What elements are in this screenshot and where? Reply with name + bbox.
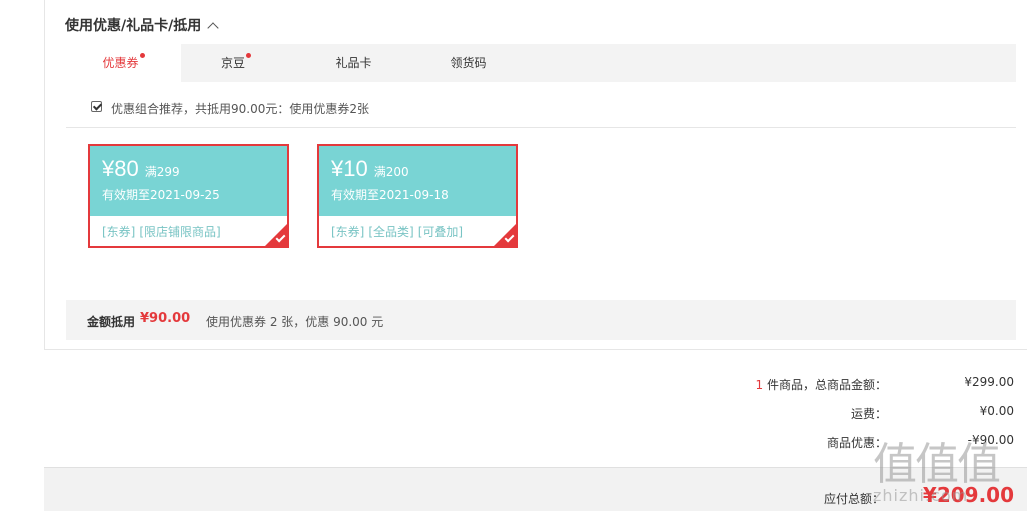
new-dot-icon: [246, 53, 251, 58]
coupon-amount: ¥10: [331, 156, 368, 181]
coupon-amount: ¥80: [102, 156, 139, 181]
discount-value: -¥90.00: [967, 433, 1014, 447]
coupon-expire: 有效期至2021-09-25: [102, 188, 220, 202]
shipping-label: 运费：: [850, 407, 887, 421]
coupon-card[interactable]: ¥80 满299 有效期至2021-09-25 [东券] [限店铺限商品]: [88, 144, 289, 248]
payable-label: 应付总额：: [823, 492, 884, 506]
recommend-row: 优惠组合推荐，共抵用90.00元：使用优惠券2张: [66, 82, 1016, 128]
coupon-header: ¥10 满200 有效期至2021-09-18: [319, 146, 516, 216]
tab-label: 京豆: [220, 56, 245, 70]
coupon-condition: 满200: [373, 165, 409, 179]
tab-label: 礼品卡: [335, 56, 372, 70]
coupon-tag: [可叠加]: [417, 225, 464, 239]
recommend-text: 优惠组合推荐，共抵用90.00元：使用优惠券2张: [111, 102, 369, 116]
coupon-tags: [东券] [限店铺限商品]: [90, 216, 287, 246]
coupon-tags: [东券] [全品类] [可叠加]: [319, 216, 516, 246]
summary-amount: ¥90.00: [140, 311, 191, 326]
coupon-header: ¥80 满299 有效期至2021-09-25: [90, 146, 287, 216]
discount-summary: 金额抵用 ¥90.00 使用优惠券 2 张，优惠 90.00 元: [66, 300, 1016, 340]
recommend-checkbox[interactable]: [91, 101, 102, 112]
tab-coupons[interactable]: 优惠券: [66, 44, 181, 82]
coupon-tag: [东券]: [102, 225, 136, 239]
discount-section-header[interactable]: 使用优惠/礼品卡/抵用: [65, 15, 219, 35]
tab-jingdou[interactable]: 京豆: [181, 44, 291, 82]
coupon-card[interactable]: ¥10 满200 有效期至2021-09-18 [东券] [全品类] [可叠加]: [317, 144, 518, 248]
summary-detail: 使用优惠券 2 张，优惠 90.00 元: [206, 315, 384, 329]
discount-panel: 使用优惠/礼品卡/抵用 优惠券 京豆 礼品卡 领货码 优惠组合推荐，共抵用90.…: [44, 0, 1027, 350]
order-totals: 1 件商品，总商品金额： ¥299.00 运费： ¥0.00 商品优惠： -¥9…: [0, 374, 1027, 464]
new-dot-icon: [139, 53, 145, 58]
coupon-expire: 有效期至2021-09-18: [331, 188, 449, 202]
discount-tabs: 优惠券 京豆 礼品卡 领货码: [66, 44, 1016, 82]
tab-label: 优惠券: [102, 56, 139, 70]
payable-value: ¥209.00: [922, 483, 1014, 507]
payable-bar: 应付总额： ¥209.00: [44, 467, 1027, 511]
shipping-value: ¥0.00: [979, 404, 1014, 418]
coupon-tag: [东券]: [331, 225, 365, 239]
chevron-up-icon[interactable]: [207, 21, 219, 34]
items-label-text: 件商品，总商品金额：: [763, 378, 887, 392]
coupon-tag: [限店铺限商品]: [139, 225, 221, 239]
tab-label: 领货码: [450, 56, 487, 70]
items-total-value: ¥299.00: [964, 375, 1014, 389]
coupon-condition: 满299: [144, 165, 180, 179]
tab-gift-card[interactable]: 礼品卡: [301, 44, 406, 82]
tab-pickup-code[interactable]: 领货码: [416, 44, 521, 82]
coupon-tag: [全品类]: [368, 225, 414, 239]
items-total-label: 1 件商品，总商品金额：: [756, 376, 887, 393]
section-title: 使用优惠/礼品卡/抵用: [65, 18, 202, 34]
summary-label: 金额抵用: [87, 315, 136, 329]
discount-label: 商品优惠：: [826, 436, 887, 450]
checkout-page: 使用优惠/礼品卡/抵用 优惠券 京豆 礼品卡 领货码 优惠组合推荐，共抵用90.…: [0, 0, 1027, 511]
